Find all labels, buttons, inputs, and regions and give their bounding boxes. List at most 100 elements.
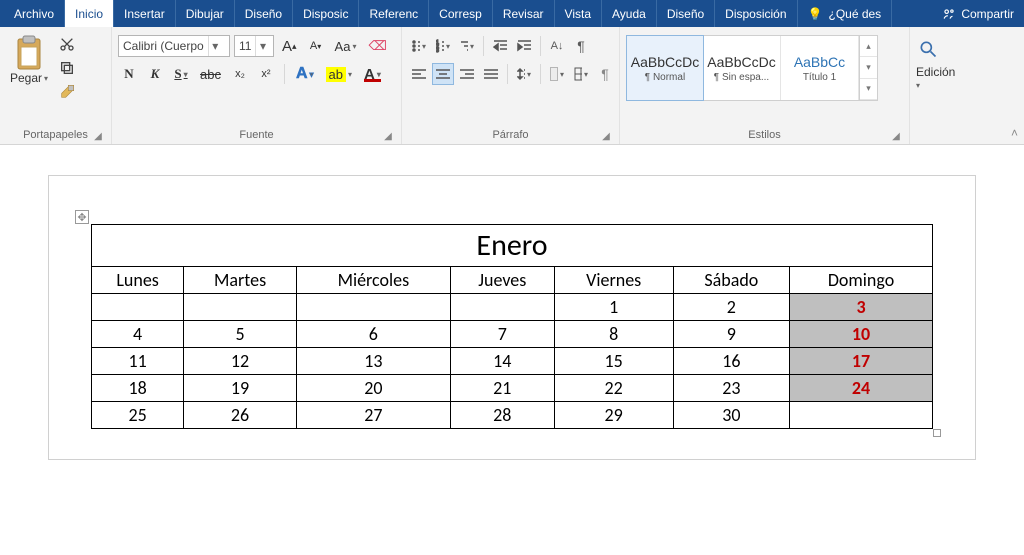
format-painter-button[interactable]	[58, 83, 76, 101]
highlight-button[interactable]: ab▾	[322, 63, 356, 85]
style-no-spacing[interactable]: AaBbCcDc ¶ Sin espa...	[703, 36, 781, 100]
font-name-combo[interactable]: Calibri (Cuerpo▾	[118, 35, 230, 57]
tab-archivo[interactable]: Archivo	[4, 0, 65, 27]
calendar-cell[interactable]: 20	[296, 375, 450, 402]
sort-button[interactable]: A↓	[546, 35, 568, 57]
calendar-cell[interactable]: 8	[554, 321, 673, 348]
calendar-cell[interactable]: 30	[673, 402, 789, 429]
styles-launcher[interactable]: ◢	[889, 129, 903, 143]
calendar-cell[interactable]: 13	[296, 348, 450, 375]
style-normal[interactable]: AaBbCcDc ¶ Normal	[626, 35, 704, 101]
justify-button[interactable]	[480, 63, 502, 85]
bold-button[interactable]: N	[118, 63, 140, 85]
font-color-button[interactable]: A▾	[360, 63, 385, 85]
header-domingo[interactable]: Domingo	[790, 267, 933, 294]
calendar-cell[interactable]: 28	[450, 402, 554, 429]
italic-button[interactable]: K	[144, 63, 166, 85]
calendar-cell[interactable]: 24	[790, 375, 933, 402]
tab-disposicion-tabla[interactable]: Disposición	[715, 0, 797, 27]
table-move-handle[interactable]: ✥	[75, 210, 89, 224]
calendar-cell[interactable]: 5	[184, 321, 297, 348]
calendar-cell[interactable]: 12	[184, 348, 297, 375]
multilevel-list-button[interactable]: ▾	[456, 35, 478, 57]
decrease-indent-button[interactable]	[489, 35, 511, 57]
borders-button[interactable]: ▾	[570, 63, 592, 85]
calendar-cell[interactable]: 2	[673, 294, 789, 321]
tab-insertar[interactable]: Insertar	[114, 0, 176, 27]
calendar-cell[interactable]	[790, 402, 933, 429]
tab-inicio[interactable]: Inicio	[65, 0, 114, 27]
tab-diseno[interactable]: Diseño	[235, 0, 293, 27]
collapse-ribbon-button[interactable]: ˄	[1011, 126, 1018, 140]
table-resize-handle[interactable]	[933, 429, 941, 437]
bullets-button[interactable]: ▾	[408, 35, 430, 57]
share-button[interactable]: Compartir	[932, 0, 1024, 27]
tab-ayuda[interactable]: Ayuda	[602, 0, 657, 27]
tab-dibujar[interactable]: Dibujar	[176, 0, 235, 27]
calendar-table[interactable]: Enero Lunes Martes Miércoles Jueves Vier…	[91, 224, 933, 429]
calendar-cell[interactable]: 23	[673, 375, 789, 402]
align-right-button[interactable]	[456, 63, 478, 85]
editing-button[interactable]: Edición ▾	[916, 31, 976, 126]
header-jueves[interactable]: Jueves	[450, 267, 554, 294]
header-lunes[interactable]: Lunes	[92, 267, 184, 294]
calendar-cell[interactable]: 3	[790, 294, 933, 321]
show-paragraph-button[interactable]: ¶	[594, 63, 616, 85]
tab-diseno-tabla[interactable]: Diseño	[657, 0, 715, 27]
increase-indent-button[interactable]	[513, 35, 535, 57]
shrink-font-button[interactable]: A▾	[305, 35, 327, 57]
style-heading-1[interactable]: AaBbCc Título 1	[781, 36, 859, 100]
calendar-cell[interactable]: 16	[673, 348, 789, 375]
calendar-cell[interactable]: 21	[450, 375, 554, 402]
grow-font-button[interactable]: A▴	[278, 35, 301, 57]
calendar-cell[interactable]	[184, 294, 297, 321]
calendar-cell[interactable]	[296, 294, 450, 321]
header-martes[interactable]: Martes	[184, 267, 297, 294]
cut-button[interactable]	[58, 35, 76, 53]
align-left-button[interactable]	[408, 63, 430, 85]
subscript-button[interactable]: x₂	[229, 63, 251, 85]
calendar-cell[interactable]: 17	[790, 348, 933, 375]
document-area[interactable]: ✥ Enero Lunes Martes Miércoles Jueves Vi…	[0, 145, 1024, 460]
calendar-cell[interactable]: 14	[450, 348, 554, 375]
calendar-cell[interactable]: 19	[184, 375, 297, 402]
header-sabado[interactable]: Sábado	[673, 267, 789, 294]
calendar-cell[interactable]: 4	[92, 321, 184, 348]
calendar-cell[interactable]: 15	[554, 348, 673, 375]
show-marks-button[interactable]: ¶	[570, 35, 592, 57]
calendar-cell[interactable]	[92, 294, 184, 321]
calendar-cell[interactable]: 9	[673, 321, 789, 348]
underline-button[interactable]: S▾	[170, 63, 192, 85]
calendar-cell[interactable]: 10	[790, 321, 933, 348]
header-miercoles[interactable]: Miércoles	[296, 267, 450, 294]
calendar-cell[interactable]	[450, 294, 554, 321]
copy-button[interactable]	[58, 59, 76, 77]
line-spacing-button[interactable]: ▾	[513, 63, 535, 85]
change-case-button[interactable]: Aa▾	[331, 35, 361, 57]
shading-button[interactable]: ▾	[546, 63, 568, 85]
tab-correspondencia[interactable]: Corresp	[429, 0, 493, 27]
paragraph-launcher[interactable]: ◢	[599, 129, 613, 143]
calendar-cell[interactable]: 25	[92, 402, 184, 429]
superscript-button[interactable]: x²	[255, 63, 277, 85]
strikethrough-button[interactable]: abc	[196, 63, 225, 85]
calendar-cell[interactable]: 6	[296, 321, 450, 348]
calendar-title[interactable]: Enero	[92, 225, 933, 267]
tell-me[interactable]: 💡 ¿Qué des	[798, 0, 893, 27]
calendar-cell[interactable]: 26	[184, 402, 297, 429]
calendar-cell[interactable]: 29	[554, 402, 673, 429]
align-center-button[interactable]	[432, 63, 454, 85]
paste-button[interactable]: Pegar▾	[6, 31, 52, 85]
calendar-cell[interactable]: 1	[554, 294, 673, 321]
clear-formatting-button[interactable]: ⌫	[364, 35, 390, 57]
clipboard-launcher[interactable]: ◢	[91, 129, 105, 143]
numbering-button[interactable]: 123▾	[432, 35, 454, 57]
style-gallery-more[interactable]: ▴▾▾	[859, 36, 877, 100]
calendar-cell[interactable]: 7	[450, 321, 554, 348]
calendar-cell[interactable]: 27	[296, 402, 450, 429]
font-size-combo[interactable]: 11▾	[234, 35, 274, 57]
tab-vista[interactable]: Vista	[555, 0, 602, 27]
tab-disposic[interactable]: Disposic	[293, 0, 359, 27]
text-effects-button[interactable]: A▾	[292, 63, 318, 85]
tab-revisar[interactable]: Revisar	[493, 0, 555, 27]
